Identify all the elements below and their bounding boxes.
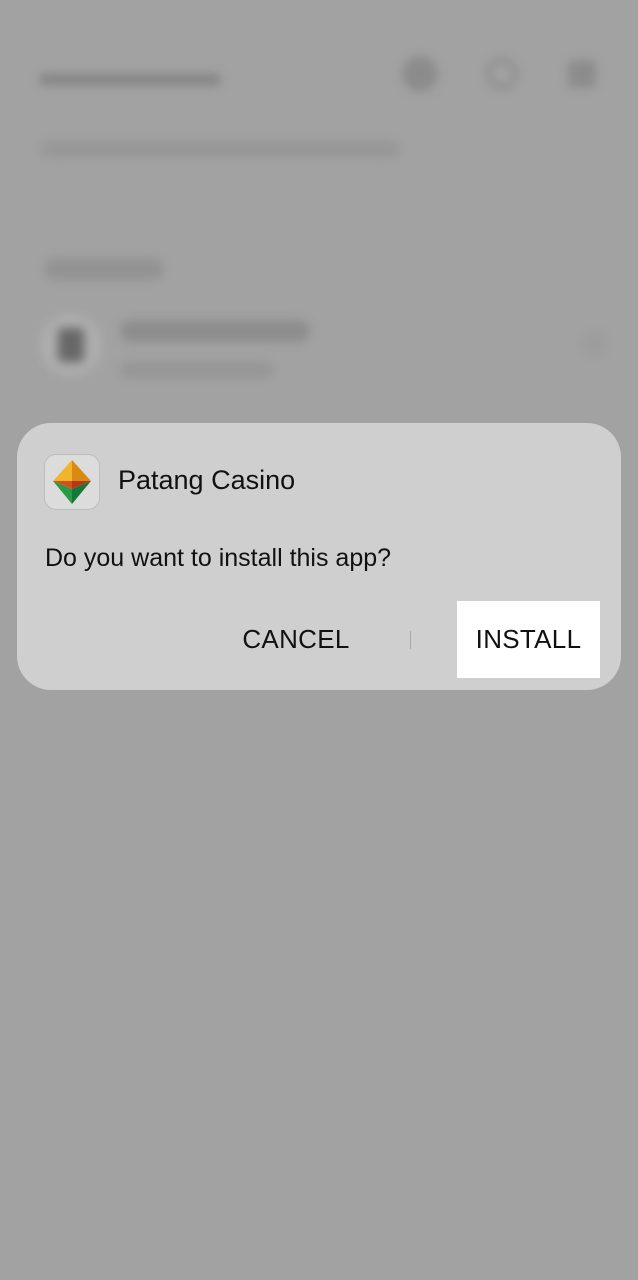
screen: ▬▬▬▬▬ Patang Casino Do you want to insta… bbox=[0, 0, 638, 1280]
background-file-meta bbox=[120, 362, 274, 378]
background-section-header bbox=[44, 258, 164, 280]
button-divider bbox=[410, 631, 411, 649]
more-icon bbox=[568, 60, 596, 88]
install-question: Do you want to install this app? bbox=[45, 544, 392, 572]
file-icon bbox=[40, 314, 102, 376]
kite-logo-icon bbox=[53, 460, 91, 504]
install-dialog: Patang Casino Do you want to install thi… bbox=[17, 423, 621, 690]
search-icon bbox=[486, 58, 518, 90]
cancel-button[interactable]: CANCEL bbox=[221, 601, 371, 678]
background-subtitle bbox=[40, 140, 400, 158]
background-page-title: ▬▬▬▬▬ bbox=[40, 52, 220, 93]
background-file-name bbox=[120, 320, 310, 342]
app-name: Patang Casino bbox=[118, 465, 296, 495]
patang-kite-icon bbox=[44, 454, 100, 510]
install-button[interactable]: INSTALL bbox=[457, 601, 600, 678]
info-icon bbox=[402, 56, 438, 92]
chevron-icon bbox=[580, 330, 608, 358]
